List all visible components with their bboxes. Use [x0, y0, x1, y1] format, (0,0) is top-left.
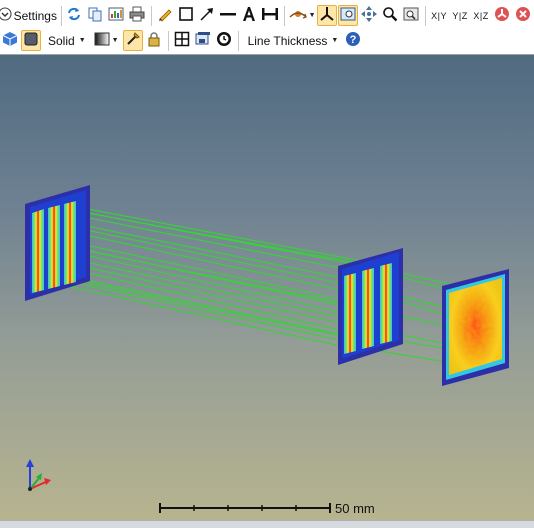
text-tool[interactable] — [239, 5, 259, 26]
separator — [60, 5, 62, 26]
chevron-down-icon: ▼ — [111, 37, 119, 44]
view-yz-button[interactable]: Y|Z — [450, 5, 470, 26]
refresh-icon — [66, 6, 82, 25]
chevron-circle-icon — [0, 7, 12, 24]
render-mode-dropdown[interactable]: Solid ▼ — [42, 30, 90, 51]
separator — [284, 5, 286, 26]
view-toolbar: Solid ▼ ▼ Line Thickness ▼ ? — [0, 28, 534, 53]
detector-plane-left — [25, 185, 90, 301]
view-xy-button[interactable]: X|Y — [429, 5, 449, 26]
separator — [151, 5, 153, 26]
line-icon — [219, 6, 237, 25]
arrow-tool[interactable] — [197, 5, 217, 26]
main-toolbar: Settings ▼ X|Y Y|Z X|Z — [0, 3, 534, 28]
grid-icon — [174, 31, 190, 50]
axes-icon — [319, 6, 335, 25]
dimension-tool[interactable] — [260, 5, 280, 26]
print-button[interactable] — [127, 5, 147, 26]
color-scale-dropdown[interactable]: ▼ — [91, 30, 122, 51]
zoom-window-icon — [340, 6, 356, 25]
rectangle-tool[interactable] — [176, 5, 196, 26]
light-icon — [125, 31, 141, 50]
close-view-button[interactable] — [513, 5, 533, 26]
beam-stripes-left — [32, 201, 76, 293]
rotate-icon — [289, 6, 307, 25]
separator — [237, 30, 239, 51]
chevron-down-icon: ▼ — [308, 12, 316, 19]
scene-canvas: 50 mm — [25, 185, 509, 516]
arrow-icon — [199, 6, 215, 25]
help-icon: ? — [345, 31, 361, 50]
zoom-fit-button[interactable] — [401, 5, 421, 26]
line-thickness-label: Line Thickness — [247, 33, 328, 48]
axes-view-button[interactable] — [317, 5, 338, 26]
zoom-icon — [382, 6, 398, 25]
refresh-button[interactable] — [64, 5, 84, 26]
orientation-axes — [26, 459, 51, 491]
chevron-down-icon: ▼ — [78, 37, 86, 44]
zoom-button[interactable] — [380, 5, 400, 26]
zoom-window-button[interactable] — [338, 5, 359, 26]
detector-plane-right — [442, 269, 509, 386]
view-xy-label: X|Y — [431, 10, 447, 21]
export-image-button[interactable] — [106, 5, 126, 26]
scale-bar-label: 50 mm — [335, 501, 375, 516]
copy-icon — [87, 6, 103, 25]
beam-stripes-middle — [344, 263, 392, 354]
print-icon — [129, 6, 145, 25]
scale-bar: 50 mm — [159, 501, 375, 516]
settings-label: Settings — [13, 8, 57, 23]
clock-icon — [216, 31, 232, 50]
3d-viewport[interactable]: 50 mm — [0, 54, 534, 521]
separator — [425, 5, 427, 26]
pencil-icon — [157, 6, 173, 25]
close-circle-icon — [515, 6, 531, 25]
cube-icon — [2, 31, 18, 50]
line-thickness-dropdown[interactable]: Line Thickness ▼ — [242, 30, 343, 51]
3d-view-button[interactable] — [0, 30, 20, 51]
dimension-icon — [261, 6, 279, 25]
view-xz-button[interactable]: X|Z — [471, 5, 491, 26]
settings-button[interactable]: Settings — [0, 5, 57, 26]
shade-icon — [23, 31, 39, 50]
svg-text:?: ? — [350, 34, 357, 46]
view-yz-label: Y|Z — [452, 10, 468, 21]
lighting-button[interactable] — [122, 30, 143, 51]
text-icon — [241, 6, 257, 25]
zoom-fit-icon — [403, 6, 419, 25]
pan-button[interactable] — [359, 5, 379, 26]
export-image-icon — [108, 6, 124, 25]
chevron-down-icon: ▼ — [331, 37, 339, 44]
separator — [167, 30, 169, 51]
pencil-tool[interactable] — [155, 5, 175, 26]
view-xz-label: X|Z — [473, 10, 489, 21]
help-button[interactable]: ? — [343, 30, 363, 51]
line-tool[interactable] — [218, 5, 238, 26]
shaded-view-button[interactable] — [21, 30, 41, 51]
save-view-button[interactable] — [193, 30, 213, 51]
lock-icon — [146, 31, 162, 50]
reset-icon — [494, 6, 510, 25]
rectangle-icon — [178, 6, 194, 25]
rotate-view-dropdown[interactable]: ▼ — [288, 5, 316, 26]
save-view-icon — [195, 31, 211, 50]
gradient-icon — [94, 31, 110, 50]
render-mode-label: Solid — [48, 33, 75, 48]
copy-button[interactable] — [85, 5, 105, 26]
pan-icon — [361, 6, 378, 25]
grid-button[interactable] — [172, 30, 192, 51]
detector-plane-middle — [338, 248, 403, 365]
timer-button[interactable] — [214, 30, 234, 51]
reset-view-button[interactable] — [492, 5, 512, 26]
lock-button[interactable] — [144, 30, 164, 51]
